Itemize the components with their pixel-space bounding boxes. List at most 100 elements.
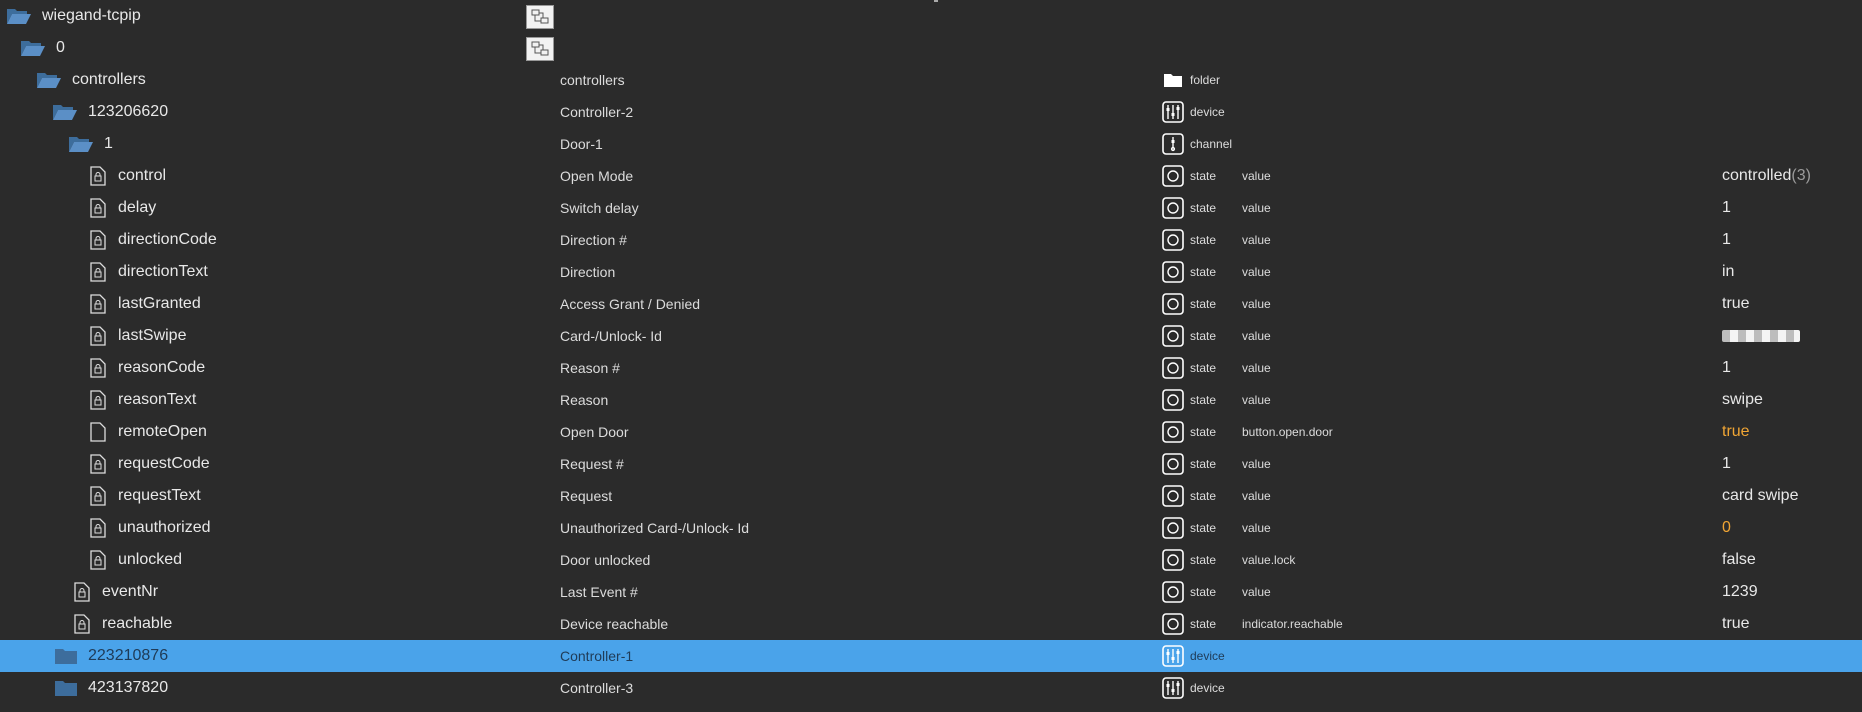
tree-row-control[interactable]: control Open Mode state value controlled… [0,160,1862,192]
row-name: eventNr [102,583,159,600]
name-cell: 423137820 [0,672,574,704]
state-icon [1162,229,1184,251]
value-cell[interactable]: true [1722,288,1862,320]
tree-row-0[interactable]: 0 [0,32,1862,64]
role-cell: value.lock [1242,544,1542,576]
tree-row-controllers[interactable]: controllers controllers folder [0,64,1862,96]
state-file-icon [90,198,106,218]
value-cell[interactable]: false [1722,544,1862,576]
folder-closed-icon[interactable] [54,647,78,665]
name-cell: directionCode [0,224,610,256]
folder-closed-icon[interactable] [54,679,78,697]
state-file-icon [90,262,106,282]
row-title: Door-1 [560,136,603,152]
tree-row-123206620[interactable]: 123206620 Controller-2 device [0,96,1862,128]
row-title: Last Event # [560,584,638,600]
row-value: false [1722,551,1756,568]
row-title: Direction # [560,232,627,248]
tree-row-1[interactable]: 1 Door-1 channel [0,128,1862,160]
tree-row-reasonCode[interactable]: reasonCode Reason # state value 1 [0,352,1862,384]
value-cell[interactable]: 1239 [1722,576,1862,608]
value-cell[interactable]: card swipe [1722,480,1862,512]
row-title: Controller-3 [560,680,634,696]
tree-row-lastSwipe[interactable]: lastSwipe Card-/Unlock- Id state value [0,320,1862,352]
value-cell[interactable]: true [1722,608,1862,640]
value-cell[interactable]: 1 [1722,192,1862,224]
tree-row-remoteOpen[interactable]: remoteOpen Open Door state button.open.d… [0,416,1862,448]
title-cell: Open Door [560,416,1160,448]
tree-row-eventNr[interactable]: eventNr Last Event # state value 1239 [0,576,1862,608]
role-cell: value [1242,576,1542,608]
row-name: reasonText [118,391,197,408]
title-cell: Open Mode [560,160,1160,192]
name-cell: lastSwipe [0,320,610,352]
row-type: state [1190,329,1217,343]
title-cell: Door-1 [560,128,1160,160]
role-cell: button.open.door [1242,416,1542,448]
value-cell[interactable]: true [1722,416,1862,448]
value-cell[interactable]: 1 [1722,224,1862,256]
tree-row-directionCode[interactable]: directionCode Direction # state value 1 [0,224,1862,256]
value-cell[interactable]: swipe [1722,384,1862,416]
title-cell: Controller-3 [560,672,1160,704]
type-cell: state [1162,256,1242,288]
role-cell: value [1242,160,1542,192]
state-icon [1162,549,1184,571]
adapter-icon [526,5,554,29]
title-cell: Controller-2 [560,96,1160,128]
title-cell: Direction # [560,224,1160,256]
type-cell: state [1162,288,1242,320]
row-name: unlocked [118,551,183,568]
device-icon [1162,101,1184,123]
tree-row-223210876[interactable]: 223210876 Controller-1 device [0,640,1862,672]
row-name: reasonCode [118,359,206,376]
name-cell: 0 [0,32,540,64]
row-value: 1 [1722,231,1731,248]
row-value: 1 [1722,455,1731,472]
role-cell: value [1242,480,1542,512]
row-role: value [1242,489,1271,503]
value-cell[interactable]: controlled(3) [1722,160,1862,192]
value-cell[interactable]: 1 [1722,352,1862,384]
name-cell: directionText [0,256,610,288]
row-type: state [1190,617,1217,631]
name-cell: wiegand-tcpip [0,0,526,32]
tree-row-unlocked[interactable]: unlocked Door unlocked state value.lock … [0,544,1862,576]
type-cell: channel [1162,128,1242,160]
row-name: 1 [104,135,113,152]
tree-row-reachable[interactable]: reachable Device reachable state indicat… [0,608,1862,640]
tree-row-reasonText[interactable]: reasonText Reason state value swipe [0,384,1862,416]
tree-row-wiegand-tcpip[interactable]: wiegand-tcpip [0,0,1862,32]
tree-row-unauthorized[interactable]: unauthorized Unauthorized Card-/Unlock- … [0,512,1862,544]
state-icon [1162,357,1184,379]
adapter-icon [526,37,554,61]
type-cell: device [1162,96,1242,128]
value-cell[interactable] [1722,320,1862,352]
tree-row-lastGranted[interactable]: lastGranted Access Grant / Denied state … [0,288,1862,320]
type-cell: state [1162,448,1242,480]
state-file-icon [90,230,106,250]
row-type: state [1190,201,1217,215]
value-cell[interactable]: 1 [1722,448,1862,480]
tree-row-requestCode[interactable]: requestCode Request # state value 1 [0,448,1862,480]
tree-row-423137820[interactable]: 423137820 Controller-3 device [0,672,1862,704]
tree-row-directionText[interactable]: directionText Direction state value in [0,256,1862,288]
folder-open-icon[interactable] [20,38,46,58]
folder-open-icon[interactable] [36,70,62,90]
folder-open-icon[interactable] [68,134,94,154]
row-title: Card-/Unlock- Id [560,328,662,344]
state-file-icon [90,166,106,186]
folder-open-icon[interactable] [6,6,32,26]
folder-open-icon[interactable] [52,102,78,122]
row-name: 0 [56,39,65,56]
value-cell[interactable]: in [1722,256,1862,288]
name-cell: controllers [0,64,556,96]
name-cell: reachable [0,608,594,640]
tree-row-delay[interactable]: delay Switch delay state value 1 [0,192,1862,224]
value-cell[interactable]: 0 [1722,512,1862,544]
row-role: value [1242,201,1271,215]
state-icon [1162,325,1184,347]
state-file-icon [90,326,106,346]
tree-row-requestText[interactable]: requestText Request state value card swi… [0,480,1862,512]
title-cell: controllers [560,64,1160,96]
